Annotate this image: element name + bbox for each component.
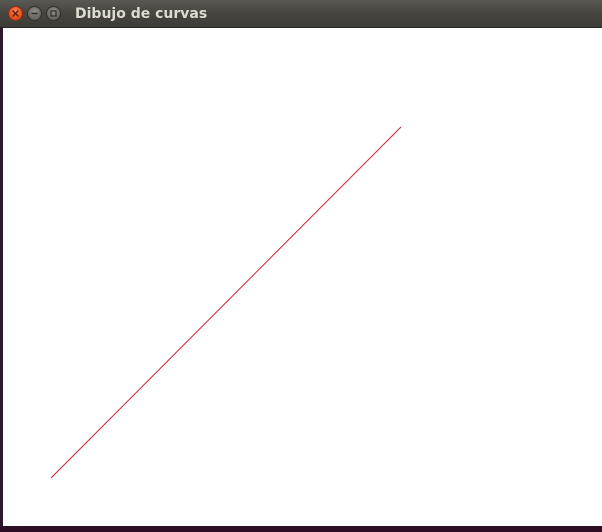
drawing-canvas[interactable] — [3, 28, 602, 526]
titlebar[interactable]: Dibujo de curvas — [0, 0, 602, 28]
maximize-button[interactable] — [46, 6, 61, 21]
close-icon — [12, 10, 19, 17]
close-button[interactable] — [8, 6, 23, 21]
window-controls — [8, 6, 61, 22]
curve-svg — [50, 126, 402, 479]
minimize-button[interactable] — [27, 6, 42, 21]
app-window: Dibujo de curvas — [0, 0, 602, 532]
window-title: Dibujo de curvas — [75, 6, 208, 22]
window-bottom-border — [0, 526, 602, 532]
minimize-icon — [31, 12, 38, 15]
maximize-icon — [50, 10, 57, 17]
curve-line — [50, 126, 402, 479]
